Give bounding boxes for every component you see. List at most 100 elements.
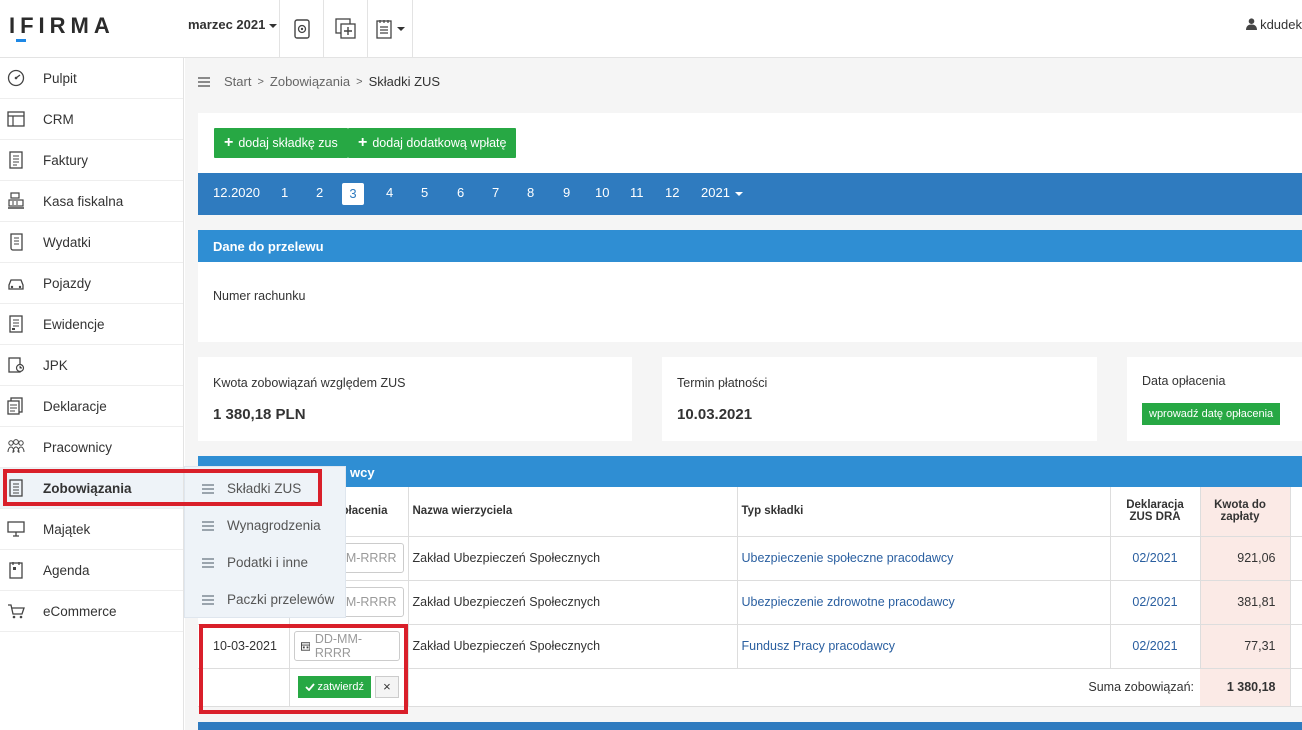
cash-register-icon bbox=[8, 192, 24, 209]
sidebar-item-deklaracje[interactable]: Deklaracje bbox=[0, 386, 183, 427]
plus-icon: + bbox=[358, 134, 368, 151]
cart-icon bbox=[8, 604, 25, 619]
paid-date-card: Data opłacenia wprowadź datę opłacenia bbox=[1127, 357, 1302, 441]
due-date-label: Termin płatności bbox=[677, 376, 768, 390]
row-creditor: Zakład Ubezpieczeń Społecznych bbox=[408, 536, 738, 581]
month-7[interactable]: 7 bbox=[492, 185, 499, 200]
row-type[interactable]: Ubezpieczenie zdrowotne pracodawcy bbox=[737, 580, 1111, 625]
sidebar-item-crm[interactable]: CRM bbox=[0, 99, 183, 140]
sidebar-item-kasa-fiskalna[interactable]: Kasa fiskalna bbox=[0, 181, 183, 222]
agenda-icon bbox=[9, 562, 23, 579]
month-9[interactable]: 9 bbox=[563, 185, 570, 200]
month-6[interactable]: 6 bbox=[457, 185, 464, 200]
month-selector[interactable]: marzec 2021 bbox=[188, 17, 278, 32]
footer-extra bbox=[1290, 668, 1302, 707]
col-header-amount: Kwota do zapłaty bbox=[1200, 487, 1291, 537]
month-11[interactable]: 11 bbox=[630, 185, 644, 200]
row-declaration[interactable]: 02/2021 bbox=[1110, 580, 1201, 625]
add-document-button[interactable] bbox=[323, 0, 367, 57]
submenu-item-wynagrodzenia[interactable]: Wynagrodzenia bbox=[185, 507, 345, 544]
month-5[interactable]: 5 bbox=[421, 185, 428, 200]
scan-document-button[interactable] bbox=[279, 0, 323, 57]
due-date-value: 10.03.2021 bbox=[677, 406, 753, 423]
col-header-extra bbox=[1290, 487, 1302, 537]
row-declaration[interactable]: 02/2021 bbox=[1110, 624, 1201, 669]
sidebar-item-pracownicy[interactable]: Pracownicy bbox=[0, 427, 183, 468]
add-extra-payment-button[interactable]: + dodaj dodatkową wpłatę bbox=[348, 128, 517, 158]
month-4[interactable]: 4 bbox=[386, 185, 393, 200]
sidebar: Pulpit CRM Faktury Kasa fiskalna Wydatki… bbox=[0, 58, 184, 730]
documents-menu-button[interactable] bbox=[367, 0, 413, 57]
row-amount: 77,31 bbox=[1200, 624, 1291, 669]
table-row: M-RRRR Zakład Ubezpieczeń Społecznych Ub… bbox=[198, 536, 1302, 581]
transfer-panel-body: Numer rachunku bbox=[198, 262, 1302, 342]
row-type[interactable]: Fundusz Pracy pracodawcy bbox=[737, 624, 1111, 669]
menu-icon[interactable] bbox=[198, 76, 210, 87]
chevron-down-icon bbox=[269, 23, 278, 28]
crm-icon bbox=[7, 111, 25, 127]
row-declaration[interactable]: 02/2021 bbox=[1110, 536, 1201, 581]
row-extra bbox=[1290, 624, 1302, 669]
col-header-creditor: Nazwa wierzyciela bbox=[408, 487, 738, 537]
sidebar-item-faktury[interactable]: Faktury bbox=[0, 140, 183, 181]
highlight-box-confirm bbox=[199, 624, 408, 714]
month-12[interactable]: 12 bbox=[665, 185, 679, 200]
sidebar-item-ewidencje[interactable]: Ewidencje bbox=[0, 304, 183, 345]
row-extra bbox=[1290, 536, 1302, 581]
sidebar-item-pojazdy[interactable]: Pojazdy bbox=[0, 263, 183, 304]
amount-value: 1 380,18 PLN bbox=[213, 406, 306, 423]
sidebar-item-jpk[interactable]: JPK bbox=[0, 345, 183, 386]
enter-paid-date-button[interactable]: wprowadź datę opłacenia bbox=[1142, 403, 1281, 425]
zus-table-title: wcy bbox=[198, 456, 1302, 488]
list-icon bbox=[202, 595, 214, 607]
user-icon bbox=[1246, 18, 1258, 30]
notepad-icon bbox=[376, 19, 392, 39]
month-1[interactable]: 1 bbox=[281, 185, 288, 200]
list-icon bbox=[202, 558, 214, 570]
paid-date-label: Data opłacenia bbox=[1142, 374, 1226, 388]
assets-icon bbox=[7, 521, 25, 537]
submenu-item-podatki[interactable]: Podatki i inne bbox=[185, 544, 345, 581]
breadcrumb: Start > Zobowiązania > Składki ZUS bbox=[198, 74, 440, 89]
year-selector[interactable]: 2021 bbox=[701, 185, 743, 200]
sidebar-item-ecommerce[interactable]: eCommerce bbox=[0, 591, 183, 632]
sidebar-item-majatek[interactable]: Majątek bbox=[0, 509, 183, 550]
month-prev-year[interactable]: 12.2020 bbox=[213, 185, 260, 200]
jpk-icon bbox=[8, 357, 25, 373]
sidebar-item-agenda[interactable]: Agenda bbox=[0, 550, 183, 591]
row-creditor: Zakład Ubezpieczeń Społecznych bbox=[408, 580, 738, 625]
account-number-label: Numer rachunku bbox=[213, 289, 306, 303]
month-8[interactable]: 8 bbox=[527, 185, 534, 200]
chevron-down-icon bbox=[397, 26, 405, 31]
dashboard-icon bbox=[7, 69, 25, 87]
invoice-icon bbox=[9, 151, 23, 169]
logo[interactable]: IFIRMA bbox=[9, 13, 115, 42]
col-header-type: Typ składki bbox=[737, 487, 1111, 537]
sidebar-item-wydatki[interactable]: Wydatki bbox=[0, 222, 183, 263]
list-icon bbox=[202, 521, 214, 533]
submenu-item-paczki[interactable]: Paczki przelewów bbox=[185, 581, 345, 618]
due-date-card: Termin płatności 10.03.2021 bbox=[662, 357, 1097, 441]
table-header-row: płacenia Nazwa wierzyciela Typ składki D… bbox=[198, 487, 1302, 537]
breadcrumb-zobowiazania[interactable]: Zobowiązania bbox=[270, 74, 350, 89]
sidebar-item-pulpit[interactable]: Pulpit bbox=[0, 58, 183, 99]
next-panel-header bbox=[198, 722, 1302, 730]
row-extra bbox=[1290, 580, 1302, 625]
user-menu[interactable]: kdudek bbox=[1246, 17, 1302, 32]
amount-card: Kwota zobowiązań względem ZUS 1 380,18 P… bbox=[198, 357, 632, 441]
copy-add-icon bbox=[334, 17, 356, 39]
breadcrumb-current: Składki ZUS bbox=[368, 74, 441, 89]
chevron-right-icon: > bbox=[257, 75, 264, 88]
month-2[interactable]: 2 bbox=[316, 185, 323, 200]
sum-value: 1 380,18 bbox=[1200, 668, 1291, 707]
add-zus-button[interactable]: + dodaj składkę zus bbox=[214, 128, 348, 158]
top-bar: IFIRMA marzec 2021 kdudek bbox=[0, 0, 1302, 58]
table-row: M-RRRR Zakład Ubezpieczeń Społecznych Ub… bbox=[198, 580, 1302, 625]
transfer-panel-title: Dane do przelewu bbox=[198, 230, 1302, 262]
row-amount: 381,81 bbox=[1200, 580, 1291, 625]
month-3-selected[interactable]: 3 bbox=[342, 183, 364, 205]
row-type[interactable]: Ubezpieczenie społeczne pracodawcy bbox=[737, 536, 1111, 581]
month-10[interactable]: 10 bbox=[595, 185, 609, 200]
expenses-icon bbox=[10, 233, 23, 251]
breadcrumb-start[interactable]: Start bbox=[224, 74, 251, 89]
